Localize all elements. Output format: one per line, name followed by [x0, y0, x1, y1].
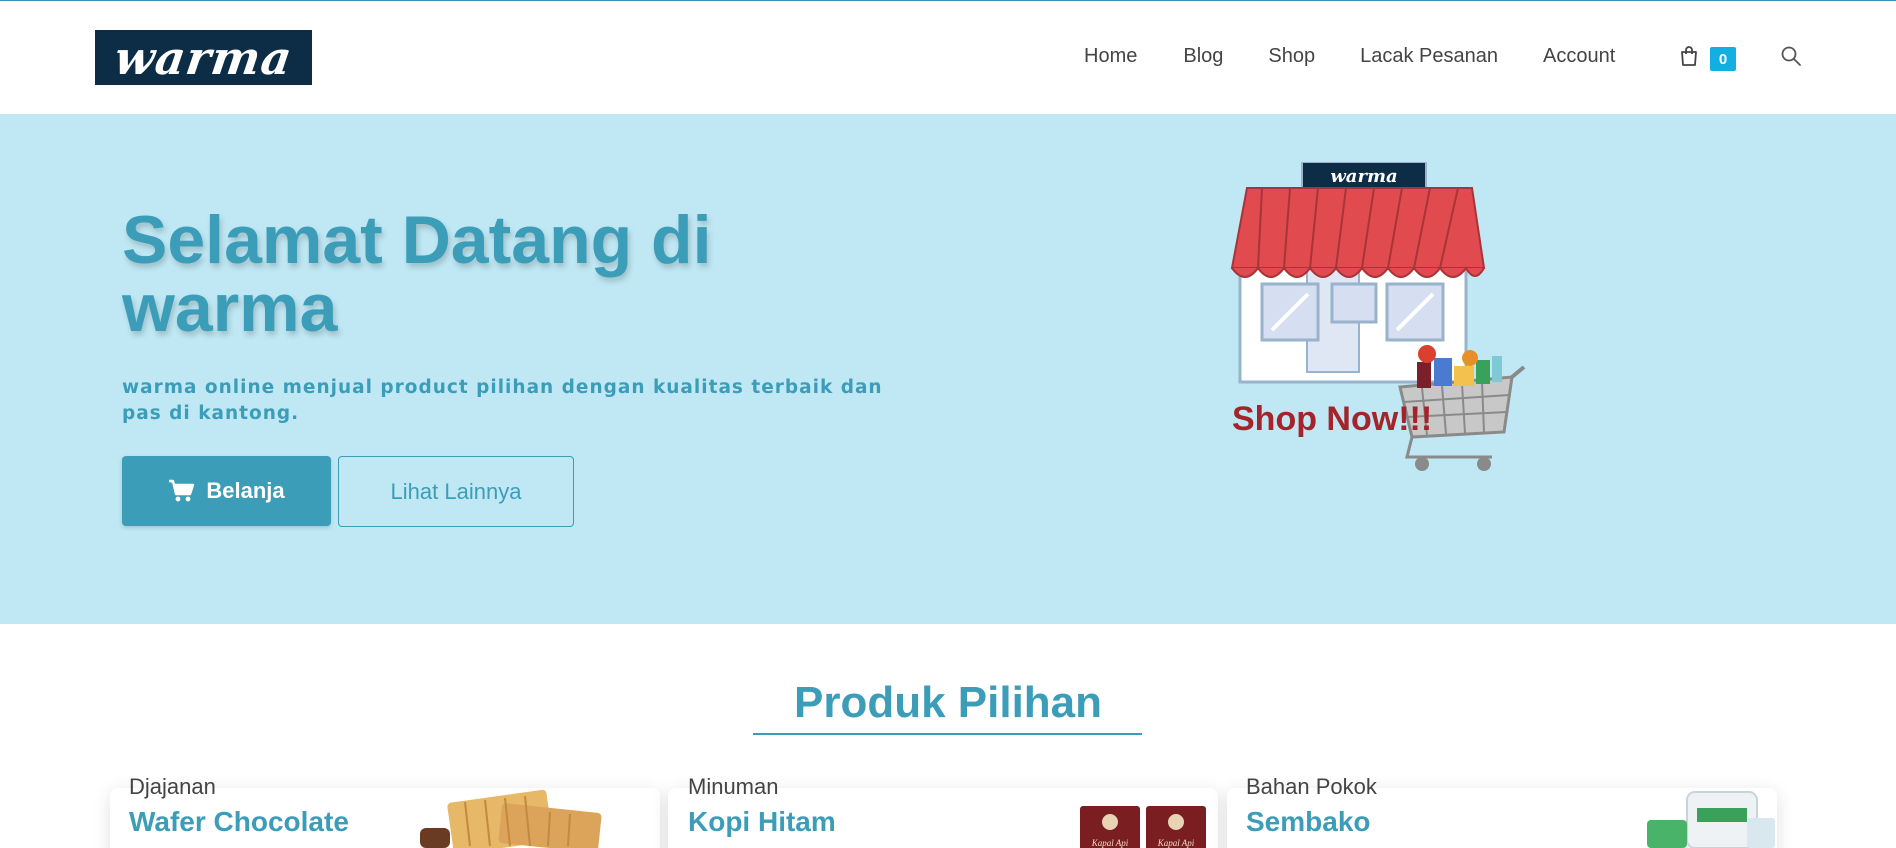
product-category: Minuman — [688, 774, 779, 799]
nav-account[interactable]: Account — [1543, 45, 1615, 68]
kopi-pack-label: Kapal Api — [1157, 838, 1195, 848]
nav-shop[interactable]: Shop — [1268, 45, 1315, 68]
kopi-pack-label: Kapal Api — [1091, 838, 1129, 848]
shop-now-text: Shop Now!!! — [1232, 400, 1432, 438]
sembako-image — [1647, 791, 1775, 848]
lihat-lainnya-button[interactable]: Lihat Lainnya — [338, 456, 574, 527]
belanja-label: Belanja — [206, 478, 285, 503]
nav-home[interactable]: Home — [1084, 45, 1137, 68]
store-sign-text: warma — [1330, 166, 1397, 187]
search-icon[interactable] — [1780, 45, 1802, 67]
belanja-button[interactable]: Belanja — [122, 456, 331, 526]
product-name[interactable]: Kopi Hitam — [688, 806, 836, 838]
nav-lacak-pesanan[interactable]: Lacak Pesanan — [1360, 45, 1498, 68]
nav-blog[interactable]: Blog — [1183, 45, 1223, 68]
product-name[interactable]: Wafer Chocolate — [129, 806, 349, 838]
product-category: Djajanan — [129, 774, 216, 799]
hero-banner: Selamat Datang di warma warma online men… — [0, 114, 1896, 624]
product-category: Bahan Pokok — [1246, 774, 1377, 799]
product-name[interactable]: Sembako — [1246, 806, 1371, 838]
kopi-image: Kapal Api Kapal Api — [1080, 806, 1206, 848]
shop-now-illustration[interactable]: warma Shop Now!!! — [1222, 162, 1532, 482]
cart-icon — [169, 479, 195, 502]
shopping-bag-icon[interactable] — [1678, 45, 1700, 67]
title-underline — [753, 733, 1142, 735]
logo-text: warma — [111, 30, 296, 85]
cart-count-badge[interactable]: 0 — [1710, 47, 1736, 71]
site-logo[interactable]: warma — [95, 30, 312, 85]
produk-pilihan-title: Produk Pilihan — [793, 678, 1103, 727]
site-header: warma Home Blog Shop Lacak Pesanan Accou… — [0, 1, 1896, 114]
lihat-lainnya-label: Lihat Lainnya — [390, 478, 522, 504]
hero-title: Selamat Datang di warma — [122, 202, 712, 346]
main-nav: Home Blog Shop Lacak Pesanan Account — [1084, 45, 1660, 68]
wafer-image — [420, 789, 602, 848]
hero-subtitle: warma online menjual product pilihan den… — [122, 377, 883, 424]
